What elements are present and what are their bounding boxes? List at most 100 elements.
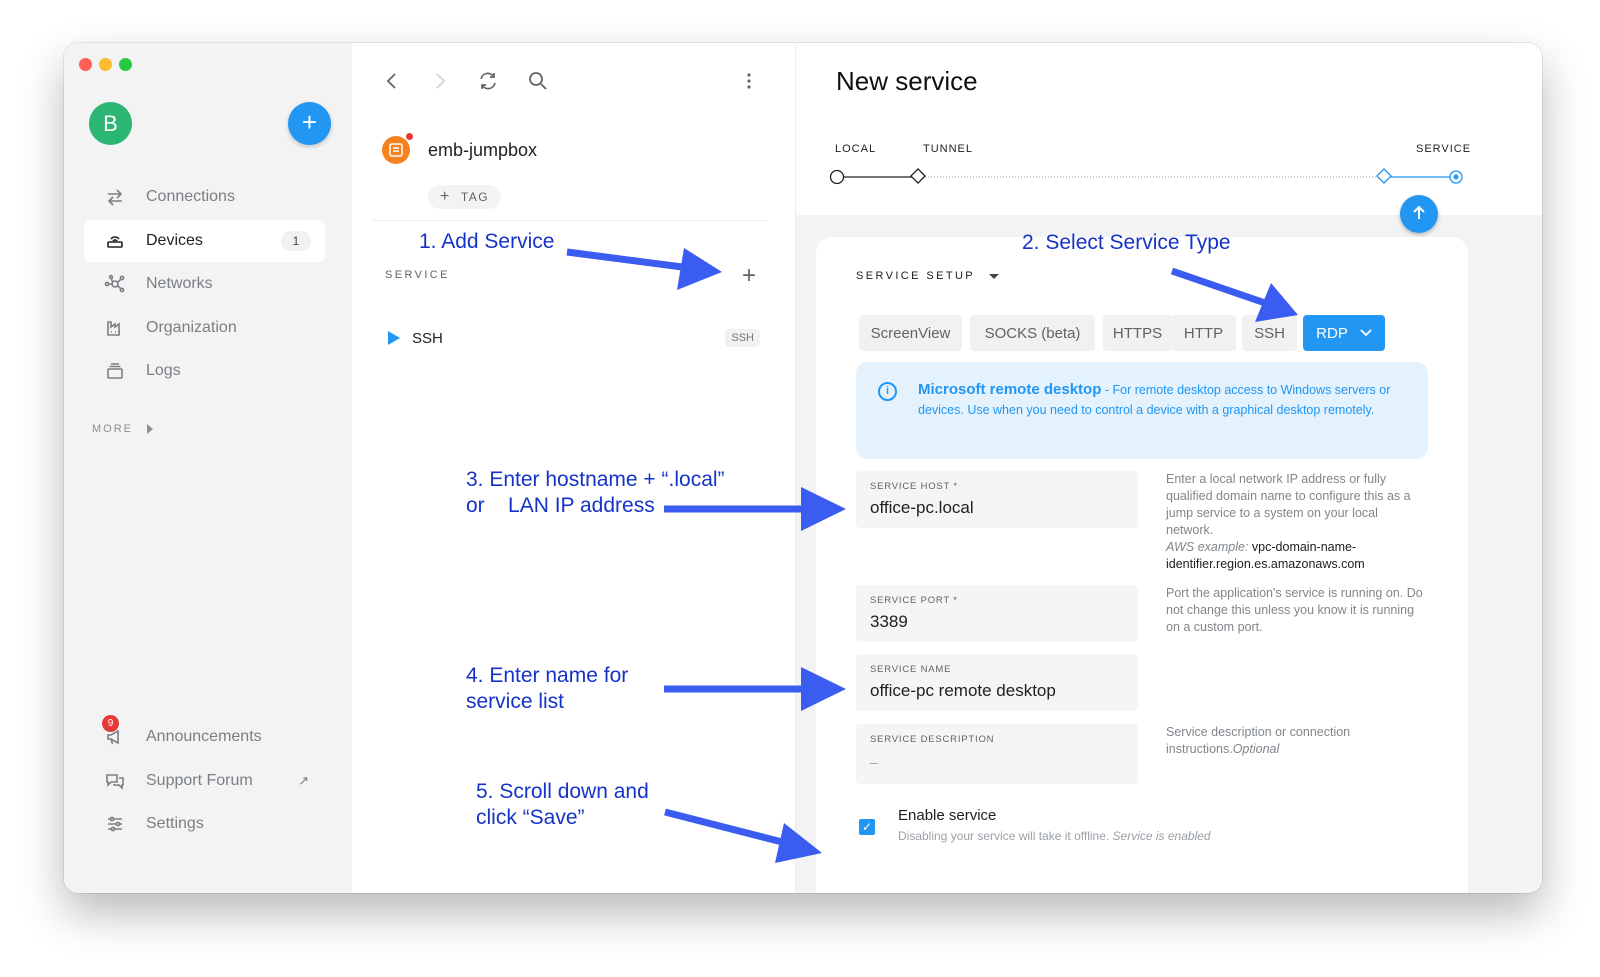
zoom-window-button[interactable] (119, 58, 132, 71)
more-vertical-icon[interactable] (744, 70, 754, 97)
page-title: New service (836, 66, 978, 96)
service-name-field[interactable]: SERVICE NAME office-pc remote desktop (856, 654, 1138, 711)
service-type-chip: SSH (725, 329, 760, 347)
enable-service-label: Enable service (898, 807, 997, 824)
optional-label: Optional (1232, 742, 1280, 756)
swap-arrows-icon (84, 187, 146, 207)
service-host-help: Enter a local network IP address or full… (1166, 471, 1428, 573)
add-tag-button[interactable]: + TAG (428, 185, 502, 209)
network-nodes-icon (84, 274, 146, 294)
more-toggle[interactable]: MORE (92, 423, 153, 435)
step-label-service: SERVICE (1416, 143, 1472, 155)
tag-label: TAG (460, 190, 490, 204)
panel-header: New service LOCAL TUNNEL SERVICE (796, 43, 1542, 215)
enable-service-description: Disabling your service will take it offl… (898, 829, 1211, 843)
enable-service-checkbox[interactable]: ✓ (859, 819, 875, 835)
service-description-help: Service description or connection instru… (1166, 724, 1428, 758)
sidebar-item-settings[interactable]: Settings (84, 803, 325, 845)
device-count-badge: 1 (281, 231, 311, 251)
add-service-button[interactable]: + (742, 262, 756, 290)
chevron-down-icon (1360, 329, 1372, 337)
sidebar-item-support-forum[interactable]: Support Forum ↗ (84, 760, 325, 802)
annotation-step5-line1: 5. Scroll down and (476, 780, 649, 803)
back-icon[interactable] (382, 70, 402, 97)
notification-badge: 9 (102, 715, 119, 732)
divider (372, 220, 767, 221)
service-host-field[interactable]: SERVICE HOST * office-pc.local (856, 471, 1138, 528)
annotation-step4-line1: 4. Enter name for (466, 664, 629, 687)
sidebar-item-label: Logs (146, 362, 181, 379)
info-icon: i (878, 382, 897, 401)
more-label: MORE (92, 423, 133, 435)
service-setup-toggle[interactable]: SERVICE SETUP (856, 270, 1000, 282)
sidebar-item-label: Announcements (146, 728, 262, 745)
add-button[interactable]: + (288, 102, 331, 145)
service-name: SSH (412, 329, 443, 347)
sidebar: B + Connections Devices 1 Networks Organ… (64, 43, 352, 893)
service-section-header: SERVICE (385, 269, 450, 281)
sidebar-item-label: Devices (146, 232, 203, 249)
scroll-up-button[interactable] (1400, 195, 1438, 233)
service-description-label: SERVICE DESCRIPTION (870, 734, 995, 745)
type-socks-button[interactable]: SOCKS (beta) (970, 315, 1095, 351)
sidebar-item-announcements[interactable]: 9 Announcements (84, 715, 325, 758)
play-icon (388, 331, 400, 345)
sidebar-item-label: Organization (146, 319, 237, 336)
service-port-label: SERVICE PORT * (870, 595, 958, 606)
service-description-field[interactable]: SERVICE DESCRIPTION – (856, 724, 1138, 784)
sidebar-item-label: Connections (146, 188, 235, 205)
annotation-step3: 3. Enter hostname + “.local” or LAN IP a… (466, 467, 725, 519)
aws-example-label: AWS example: (1166, 540, 1249, 554)
service-name-value: office-pc remote desktop (870, 681, 1056, 700)
connection-path-diagram (829, 168, 1463, 185)
service-host-label: SERVICE HOST * (870, 481, 958, 492)
type-rdp-select[interactable]: RDP (1303, 315, 1385, 351)
user-avatar[interactable]: B (89, 102, 132, 145)
new-service-panel: New service LOCAL TUNNEL SERVICE SERVICE… (796, 43, 1542, 893)
sidebar-item-logs[interactable]: Logs (84, 350, 325, 392)
app-window: B + Connections Devices 1 Networks Organ… (64, 43, 1542, 893)
info-title: Microsoft remote desktop (918, 381, 1102, 398)
logs-stack-icon (84, 361, 146, 381)
sidebar-item-label: Settings (146, 815, 204, 832)
close-window-button[interactable] (79, 58, 92, 71)
forward-icon[interactable] (430, 70, 450, 97)
service-host-value: office-pc.local (870, 498, 974, 517)
annotation-step2: 2. Select Service Type (1022, 231, 1231, 254)
type-https-button[interactable]: HTTPS (1103, 315, 1172, 351)
sidebar-item-networks[interactable]: Networks (84, 263, 325, 305)
annotation-step5-line2: click “Save” (476, 806, 585, 829)
service-port-value: 3389 (870, 612, 908, 631)
annotation-step3-line1: 3. Enter hostname + “.local” (466, 468, 725, 491)
sliders-icon (84, 814, 146, 834)
annotation-step1: 1. Add Service (419, 230, 555, 253)
caret-down-icon (989, 273, 1000, 279)
sidebar-item-organization[interactable]: Organization (84, 307, 325, 349)
type-http-button[interactable]: HTTP (1171, 315, 1236, 351)
service-list-item[interactable]: SSH SSH (388, 327, 760, 349)
device-status-dot (405, 132, 414, 141)
sidebar-item-label: Support Forum (146, 772, 253, 789)
forum-icon (84, 771, 146, 791)
selected-type-label: RDP (1316, 324, 1348, 342)
minimize-window-button[interactable] (99, 58, 112, 71)
annotation-step3-line2: or LAN IP address (466, 494, 655, 517)
service-host-help-text: Enter a local network IP address or full… (1166, 472, 1411, 537)
type-ssh-button[interactable]: SSH (1242, 315, 1297, 351)
device-name: emb-jumpbox (428, 140, 538, 160)
enable-status-text: Service is enabled (1109, 829, 1211, 843)
sidebar-item-connections[interactable]: Connections (84, 176, 325, 218)
search-icon[interactable] (527, 70, 549, 97)
step-label-tunnel: TUNNEL (923, 143, 974, 155)
refresh-icon[interactable] (477, 70, 499, 97)
service-port-field[interactable]: SERVICE PORT * 3389 (856, 585, 1138, 642)
organization-icon (84, 318, 146, 338)
info-text: Microsoft remote desktop - For remote de… (918, 380, 1408, 420)
annotation-step4-line2: service list (466, 690, 565, 713)
external-link-icon: ↗ (298, 773, 309, 788)
type-screenview-button[interactable]: ScreenView (859, 315, 962, 351)
sidebar-item-devices[interactable]: Devices 1 (84, 220, 325, 262)
annotation-step4: 4. Enter name for service list (466, 663, 628, 715)
caret-right-icon (147, 424, 153, 434)
service-description-value: – (870, 754, 878, 770)
